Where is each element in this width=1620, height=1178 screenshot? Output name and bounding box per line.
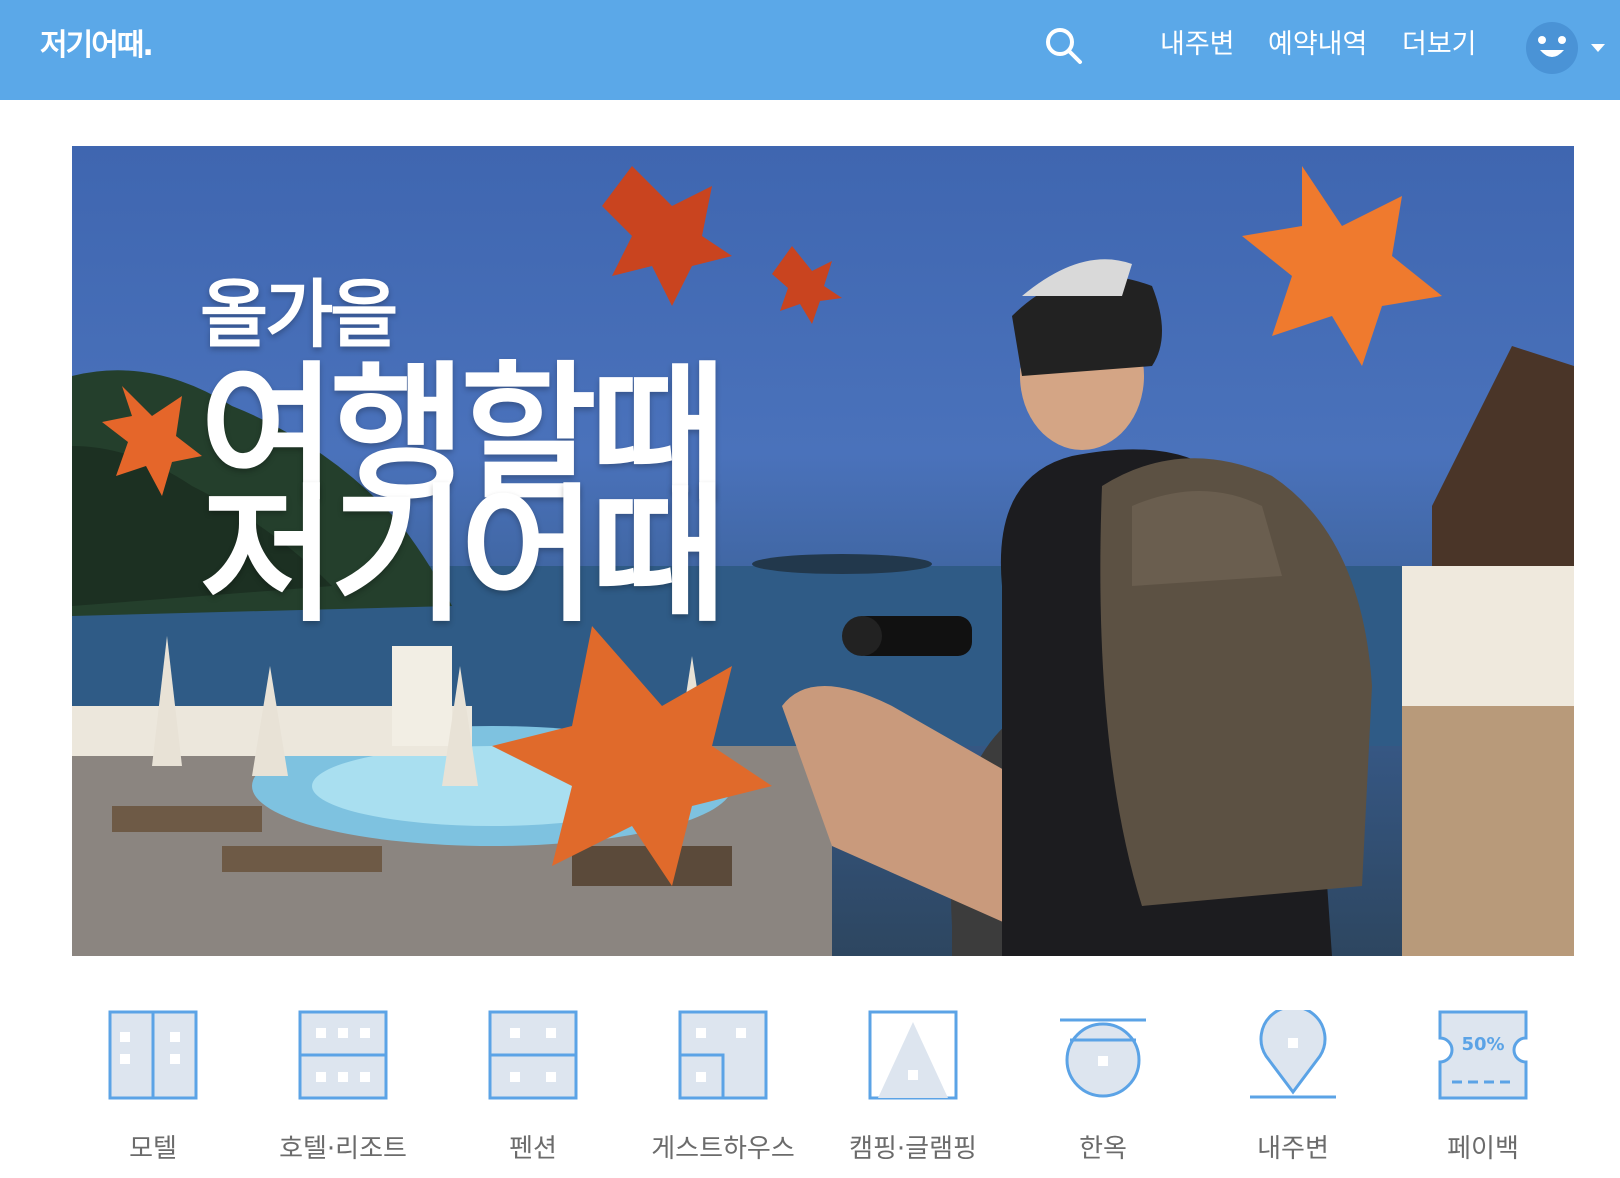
promo-banner[interactable]: 올가을 여행할때 저기어때	[72, 146, 1574, 956]
category-label: 게스트하우스	[651, 1134, 795, 1164]
category-payback[interactable]: 50% 페이백	[1388, 1000, 1578, 1178]
app-logo[interactable]: 저기어때.	[40, 20, 154, 64]
category-camping[interactable]: 캠핑·글램핑	[818, 1000, 1008, 1178]
pension-icon	[488, 1010, 578, 1100]
category-hotel-resort[interactable]: 호텔·리조트	[248, 1000, 438, 1178]
camping-glamping-icon	[868, 1010, 958, 1100]
category-pension[interactable]: 펜션	[438, 1000, 628, 1178]
guesthouse-icon	[678, 1010, 768, 1100]
category-hanok[interactable]: 한옥	[1008, 1000, 1198, 1178]
top-navigation-bar: 저기어때. 내주변 예약내역 더보기	[0, 0, 1620, 100]
search-icon[interactable]	[1040, 22, 1088, 70]
category-label: 호텔·리조트	[279, 1134, 407, 1164]
smiley-avatar-icon[interactable]	[1522, 18, 1582, 78]
hanok-icon	[1060, 1018, 1146, 1098]
hotel-resort-icon	[298, 1010, 388, 1100]
motel-icon	[108, 1010, 198, 1100]
category-label: 모텔	[129, 1134, 177, 1164]
category-menu: 모텔 호텔·리조트 펜션 게스트하우스 캠핑·글램핑 한옥 내주변 50% 페이…	[0, 1000, 1620, 1178]
payback-badge-text: 50%	[1461, 1034, 1504, 1055]
category-label: 한옥	[1079, 1134, 1127, 1164]
chevron-down-icon[interactable]	[1588, 40, 1608, 56]
nav-nearby[interactable]: 내주변	[1160, 22, 1235, 61]
category-label: 내주변	[1257, 1134, 1329, 1164]
category-label: 캠핑·글램핑	[849, 1134, 977, 1164]
category-motel[interactable]: 모텔	[58, 1000, 248, 1178]
category-guesthouse[interactable]: 게스트하우스	[628, 1000, 818, 1178]
category-label: 펜션	[509, 1134, 557, 1164]
nearby-pin-icon	[1250, 1010, 1336, 1099]
banner-headline-line3: 저기어때	[200, 470, 727, 642]
banner-headline-line1: 올가을	[200, 272, 398, 358]
category-nearby[interactable]: 내주변	[1198, 1000, 1388, 1178]
payback-coupon-icon: 50%	[1438, 1010, 1528, 1100]
category-label: 페이백	[1447, 1134, 1519, 1164]
nav-more[interactable]: 더보기	[1402, 22, 1477, 61]
nav-reservations[interactable]: 예약내역	[1268, 22, 1367, 61]
